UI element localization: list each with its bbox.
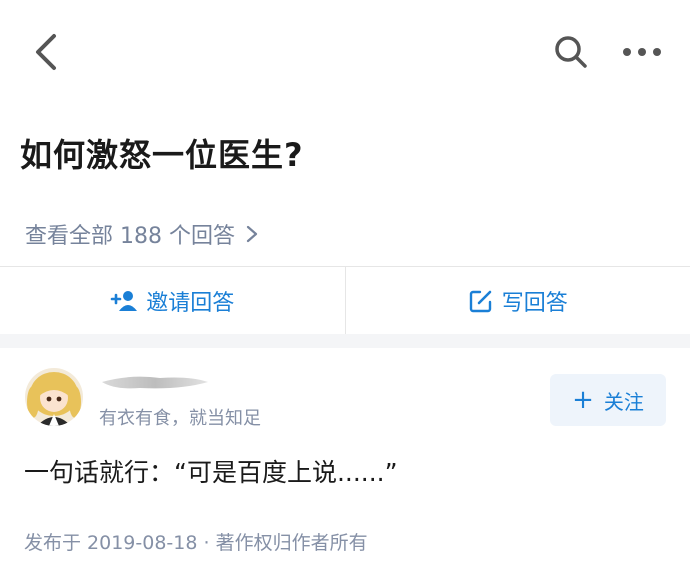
more-horizontal-icon <box>623 48 661 56</box>
avatar[interactable] <box>25 368 83 426</box>
add-user-icon <box>110 291 138 311</box>
answer-card: 有衣有食，就当知足 + 关注 一句话就行：“可是百度上说......” 发布于 … <box>0 348 690 573</box>
follow-button[interactable]: + 关注 <box>550 374 666 426</box>
view-all-answers-link[interactable]: 查看全部 188 个回答 <box>25 218 259 250</box>
more-options-button[interactable] <box>620 40 664 64</box>
user-bio: 有衣有食，就当知足 <box>99 408 261 429</box>
avatar-image <box>25 368 83 426</box>
plus-icon: + <box>572 385 594 415</box>
chevron-right-icon <box>246 225 258 243</box>
answer-meta: 发布于 2019-08-18 · 著作权归作者所有 <box>24 532 368 554</box>
follow-label: 关注 <box>603 389 644 414</box>
view-all-answers-label: 查看全部 188 个回答 <box>25 224 235 249</box>
edit-icon <box>469 290 492 313</box>
search-button[interactable] <box>553 34 589 70</box>
back-button[interactable] <box>28 30 68 74</box>
invite-answer-button[interactable]: 邀请回答 <box>0 267 346 335</box>
redaction-mark <box>102 376 208 389</box>
section-divider <box>0 334 690 348</box>
question-action-bar: 邀请回答 写回答 <box>0 266 690 335</box>
invite-answer-label: 邀请回答 <box>146 291 235 316</box>
write-answer-label: 写回答 <box>501 291 568 316</box>
question-title: 如何激怒一位医生? <box>20 136 304 174</box>
username-redacted[interactable] <box>100 372 210 394</box>
answer-text[interactable]: 一句话就行：“可是百度上说......” <box>24 453 398 489</box>
chevron-left-icon <box>36 34 56 70</box>
search-icon <box>555 36 587 68</box>
write-answer-button[interactable]: 写回答 <box>346 267 690 335</box>
top-navigation-bar <box>0 0 690 105</box>
